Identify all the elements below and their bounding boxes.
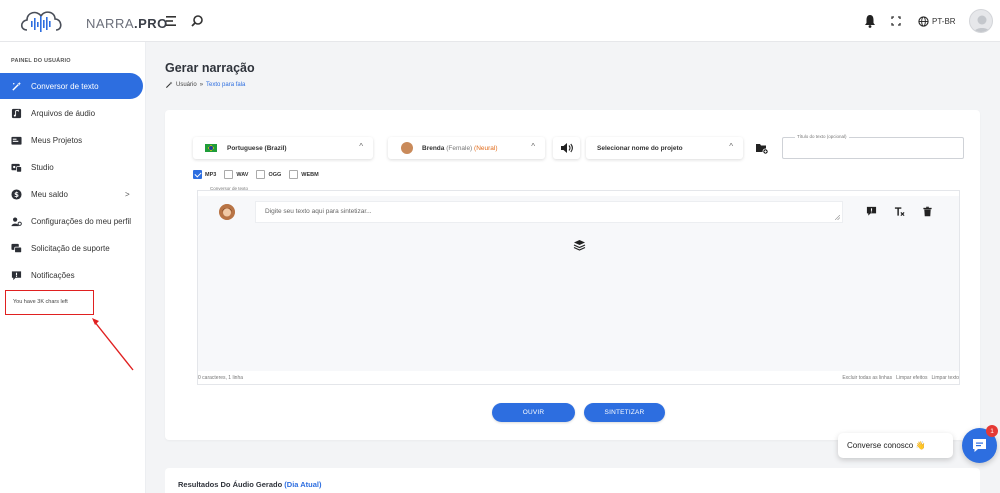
format-webm-checkbox[interactable]: WEBM	[289, 170, 319, 179]
editor-body: Digite seu texto aqui para sintetizar...	[198, 196, 959, 371]
title-input[interactable]: Título do texto (opcional)	[782, 134, 964, 159]
language-selector[interactable]: PT-BR	[918, 13, 956, 29]
unread-badge: 1	[986, 425, 998, 437]
voice-name: Brenda	[422, 144, 445, 152]
folder-add-icon	[756, 144, 769, 155]
sidebar-item-my-projects[interactable]: Meus Projetos	[0, 127, 146, 153]
format-options: MP3 WAV OGG WEBM	[193, 170, 327, 179]
line-voice-avatar[interactable]	[219, 204, 235, 220]
user-avatar[interactable]	[969, 9, 993, 33]
format-ogg-checkbox[interactable]: OGG	[256, 170, 281, 179]
brand-name: NARRA.PRO	[86, 16, 168, 31]
resize-handle-icon[interactable]	[835, 215, 840, 220]
bell-icon[interactable]	[862, 13, 878, 29]
voice-gender: (Female)	[446, 144, 473, 152]
sidebar-item-audio-files[interactable]: Arquivos de áudio	[0, 100, 146, 126]
sidebar-item-my-balance[interactable]: $ Meu saldo >	[0, 181, 146, 207]
format-mp3-checkbox[interactable]: MP3	[193, 170, 216, 179]
checkbox-checked-icon	[193, 170, 202, 179]
cloud-waveform-logo-icon	[20, 11, 62, 32]
globe-icon	[918, 15, 929, 27]
delete-all-lines-link[interactable]: Excluir todas as linhas	[842, 375, 892, 381]
user-settings-icon	[11, 217, 22, 226]
breadcrumb-root[interactable]: Usuário	[176, 82, 197, 88]
breadcrumb: Usuário » Texto para fala	[165, 81, 245, 89]
magic-wand-icon	[165, 81, 173, 89]
play-sample-button[interactable]	[553, 137, 580, 159]
voice-avatar	[401, 142, 413, 154]
magic-wand-icon	[12, 81, 22, 91]
sidebar-item-support-request[interactable]: Solicitação de suporte	[0, 235, 146, 261]
chevron-up-icon: ^	[729, 142, 733, 151]
breadcrumb-current[interactable]: Texto para fala	[206, 82, 245, 88]
search-icon[interactable]	[189, 13, 205, 29]
trash-icon[interactable]	[922, 206, 933, 217]
clear-effects-link[interactable]: Limpar efeitos	[896, 375, 927, 381]
text-input-placeholder: Digite seu texto aqui para sintetizar...	[265, 208, 372, 215]
title-input-label: Título do texto (opcional)	[795, 134, 849, 139]
chevron-up-icon: ^	[359, 142, 363, 151]
hamburger-menu-icon[interactable]	[163, 13, 179, 29]
svg-text:$: $	[14, 191, 19, 199]
notification-icon	[11, 270, 22, 280]
narration-card: Portuguese (Brazil) ^ Brenda (Female) (N…	[165, 110, 980, 440]
chat-invite[interactable]: Converse conosco 👋	[838, 433, 953, 458]
project-select[interactable]: Selecionar nome do projeto ^	[586, 137, 743, 159]
audio-file-icon	[11, 108, 22, 118]
clear-text-link[interactable]: Limpar texto	[931, 375, 959, 381]
text-editor: Digite seu texto aqui para sintetizar...	[197, 190, 960, 385]
chat-effect-icon[interactable]	[866, 206, 877, 217]
clear-format-icon[interactable]	[894, 206, 905, 217]
voice-select[interactable]: Brenda (Female) (Neural) ^	[388, 137, 545, 159]
top-bar: NARRA.PRO PT-BR	[0, 0, 1000, 42]
breadcrumb-separator: »	[199, 82, 204, 88]
chevron-right-icon[interactable]: >	[125, 190, 130, 199]
synthesize-button[interactable]: SINTETIZAR	[584, 403, 665, 422]
page-title: Gerar narração	[165, 61, 255, 75]
results-title: Resultados Do Áudio Gerado (Dia Atual)	[178, 480, 322, 489]
face-avatar-icon	[219, 204, 235, 220]
projects-icon	[11, 136, 22, 145]
results-period: (Dia Atual)	[284, 480, 322, 489]
sidebar-item-text-converter[interactable]: Conversor de texto	[0, 73, 143, 99]
listen-button[interactable]: OUVIR	[492, 403, 575, 422]
results-card: Resultados Do Áudio Gerado (Dia Atual)	[165, 468, 980, 493]
add-project-button[interactable]	[748, 137, 774, 159]
support-icon	[11, 243, 22, 253]
dollar-icon: $	[11, 188, 22, 200]
sidebar-item-profile-settings[interactable]: Configurações do meu perfil	[0, 208, 146, 234]
fullscreen-icon[interactable]	[888, 13, 904, 29]
chars-left-annotation: You have 3K chars left	[5, 290, 94, 315]
language-select[interactable]: Portuguese (Brazil) ^	[193, 137, 373, 159]
chevron-up-icon: ^	[531, 142, 535, 151]
brazil-flag-icon	[205, 144, 217, 152]
line-tools	[866, 206, 933, 217]
logo[interactable]: NARRA.PRO	[18, 6, 167, 36]
checkbox-icon	[289, 170, 299, 179]
format-wav-checkbox[interactable]: WAV	[224, 170, 248, 179]
sidebar-item-studio[interactable]: Studio	[0, 154, 146, 180]
language-code: PT-BR	[932, 16, 956, 26]
speaker-icon	[561, 143, 573, 153]
chars-left-text: You have 3K chars left	[13, 299, 68, 305]
text-stats: 0 caracteres, 1 linha	[198, 375, 244, 381]
layers-icon[interactable]	[573, 239, 586, 251]
user-silhouette-icon	[973, 15, 991, 32]
sidebar-item-notifications[interactable]: Notificações	[0, 262, 146, 288]
studio-icon	[11, 163, 22, 172]
sidebar-header: PAINEL DO USUÁRIO	[11, 58, 71, 64]
editor-actions: Excluir todas as linhas Limpar efeitos L…	[842, 375, 959, 381]
voice-engine: (Neural)	[474, 144, 498, 152]
checkbox-icon	[224, 170, 234, 179]
checkbox-icon	[256, 170, 266, 179]
text-input[interactable]: Digite seu texto aqui para sintetizar...	[255, 201, 843, 223]
sidebar: PAINEL DO USUÁRIO Conversor de texto Arq…	[0, 42, 146, 493]
